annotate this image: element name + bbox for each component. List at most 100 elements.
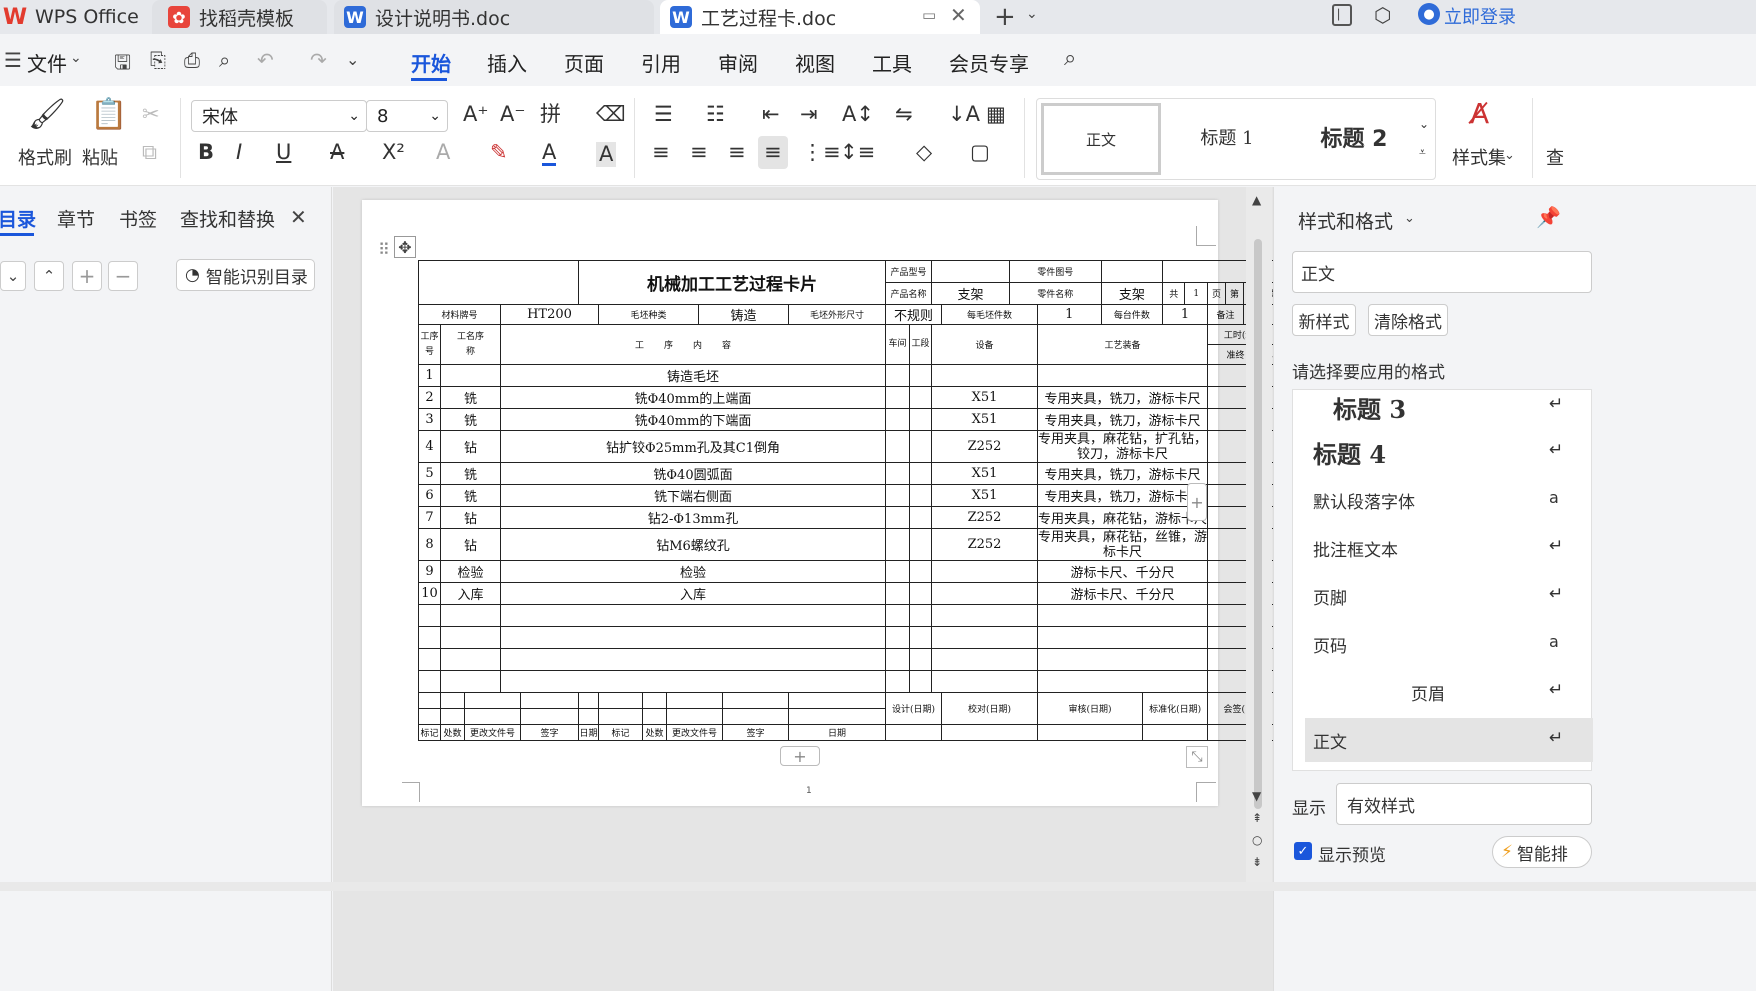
style-item-heading3[interactable]: 标题 3 — [1333, 390, 1406, 425]
scroll-thumb[interactable] — [1254, 239, 1262, 809]
format-painter-button[interactable]: 格式刷 — [18, 144, 72, 170]
next-page-icon[interactable]: ⇟ — [1252, 855, 1262, 869]
more-chevron-icon[interactable]: ⌄ — [346, 50, 359, 69]
menu-tab-insert[interactable]: 插入 — [487, 48, 527, 77]
print-icon[interactable]: ⎙ — [184, 48, 200, 72]
save-icon[interactable]: 🖫 — [114, 48, 131, 82]
tab-process-card[interactable]: W 工艺过程卡.doc ▭ ✕ — [660, 0, 980, 34]
menu-tab-view[interactable]: 视图 — [795, 48, 835, 77]
nav-tab-toc[interactable]: 目录 — [0, 205, 36, 232]
nav-tab-bookmarks[interactable]: 书签 — [119, 205, 157, 232]
scroll-up-icon[interactable]: ▲ — [1252, 193, 1261, 207]
cut-icon[interactable]: ✂ — [142, 104, 160, 125]
align-center-icon[interactable]: ≡ — [690, 142, 708, 163]
login-link[interactable]: 立即登录 — [1444, 3, 1516, 29]
strikethrough-icon[interactable]: A — [330, 142, 344, 163]
increase-indent-icon[interactable]: ⇥ — [800, 104, 818, 125]
format-painter-icon[interactable]: 🖌 — [28, 100, 66, 130]
superscript-icon[interactable]: X² — [382, 142, 405, 163]
file-menu[interactable]: 文件 — [27, 48, 67, 77]
style-item-footer[interactable]: 页脚 — [1313, 584, 1347, 609]
current-style-field[interactable]: 正文 — [1292, 251, 1592, 293]
style-item-default-paragraph-font[interactable]: 默认段落字体 — [1313, 488, 1415, 513]
nav-tab-find-replace[interactable]: 查找和替换 — [180, 205, 275, 232]
redo-icon[interactable]: ↷ — [310, 48, 327, 72]
paste-icon[interactable]: 📋 — [90, 100, 127, 130]
grow-font-icon[interactable]: A⁺ — [463, 104, 488, 125]
cube-icon[interactable]: ⬡ — [1374, 3, 1391, 27]
tab-design-doc[interactable]: W 设计说明书.doc — [334, 0, 654, 34]
bold-icon[interactable]: B — [198, 142, 214, 163]
menu-tab-member[interactable]: 会员专享 — [949, 48, 1029, 77]
style-item-page-number[interactable]: 页码 — [1313, 632, 1347, 657]
menu-tab-references[interactable]: 引用 — [641, 48, 681, 77]
style-set-icon[interactable]: A̸ — [1470, 100, 1489, 128]
drag-handle-icon[interactable]: ⠿ — [378, 240, 390, 259]
print-preview-icon[interactable]: ⌕ — [219, 48, 230, 72]
add-column-icon[interactable]: + — [1187, 483, 1207, 521]
align-left-icon[interactable]: ≡ — [652, 142, 670, 163]
style-set-button[interactable]: 样式集 — [1452, 144, 1506, 170]
add-row-icon[interactable]: + — [780, 746, 820, 766]
close-tab-icon[interactable]: ✕ — [950, 3, 967, 27]
chevron-down-icon[interactable]: ⌄ — [1419, 117, 1429, 131]
style-item-normal[interactable]: 正文 — [1313, 728, 1347, 753]
style-item-comment-text[interactable]: 批注框文本 — [1313, 536, 1398, 561]
phonetic-guide-icon[interactable]: 拼 — [540, 104, 561, 125]
decrease-indent-icon[interactable]: ⇤ — [762, 104, 780, 125]
show-select[interactable]: 有效样式 — [1336, 783, 1592, 825]
char-shading-icon[interactable]: A — [596, 142, 617, 167]
close-icon[interactable]: ✕ — [290, 205, 307, 229]
add-icon[interactable]: + — [72, 261, 102, 291]
menu-icon[interactable]: ☰ — [4, 48, 22, 72]
smart-toc-button[interactable]: ◔ 智能识别目录 — [176, 259, 315, 291]
align-right-icon[interactable]: ≡ — [728, 142, 746, 163]
window-icon[interactable]: ▭ — [922, 6, 936, 24]
collapse-icon[interactable]: ⌄ — [0, 261, 26, 291]
font-size-select[interactable]: 8 ⌄ — [366, 100, 448, 132]
paste-button[interactable]: 粘贴 — [82, 144, 118, 170]
menu-tab-page[interactable]: 页面 — [564, 48, 604, 77]
bullet-list-icon[interactable]: ☰ — [654, 104, 673, 125]
new-style-button[interactable]: 新样式 — [1292, 304, 1356, 336]
export-icon[interactable]: ⎘ — [150, 48, 166, 72]
sort-icon[interactable]: ↓A — [948, 104, 980, 125]
style-item-header[interactable]: 页眉 — [1411, 680, 1445, 705]
font-name-select[interactable]: 宋体 ⌄ — [191, 100, 367, 132]
menu-tab-start[interactable]: 开始 — [411, 48, 451, 77]
shading-icon[interactable]: ◇ — [916, 142, 932, 163]
pin-icon[interactable]: 📌 — [1536, 205, 1561, 229]
search-icon[interactable]: ⌕ — [1064, 46, 1076, 71]
undo-icon[interactable]: ↶ — [257, 48, 274, 72]
remove-icon[interactable]: − — [108, 261, 138, 291]
copy-icon[interactable]: ⧉ — [142, 142, 157, 163]
italic-icon[interactable]: I — [236, 142, 242, 163]
smart-layout-button[interactable]: ⚡ 智能排 — [1492, 836, 1592, 868]
scroll-down-icon[interactable]: ▼ — [1252, 789, 1261, 803]
table-border-icon[interactable]: ▦ — [986, 104, 1006, 125]
prev-page-icon[interactable]: ⇞ — [1252, 811, 1262, 825]
nav-tab-chapters[interactable]: 章节 — [57, 205, 95, 232]
text-effect-icon[interactable]: A — [436, 142, 450, 163]
style-heading2[interactable]: 标题 2 — [1299, 119, 1409, 155]
style-item-heading4[interactable]: 标题 4 — [1313, 435, 1386, 470]
clear-format-icon[interactable]: ⌫ — [596, 104, 626, 125]
line-spacing-icon[interactable]: ↕≡ — [840, 142, 875, 163]
tab-docer-templates[interactable]: ✿ 找稻壳模板 — [152, 0, 327, 34]
underline-icon[interactable]: U — [276, 142, 291, 163]
preview-checkbox[interactable]: ✓ — [1294, 842, 1312, 860]
borders-icon[interactable]: ▢ — [970, 142, 990, 163]
vertical-scrollbar[interactable]: ▲ ▼ ⇞ ○ ⇟ — [1246, 187, 1272, 882]
numbered-list-icon[interactable]: ☷ — [706, 104, 725, 125]
chevron-down-icon[interactable]: ⌄ — [1026, 6, 1038, 22]
sidebar-toggle-icon[interactable]: ▏ — [1332, 4, 1352, 26]
table-move-icon[interactable]: ✥ — [394, 236, 416, 258]
expand-icon[interactable]: ⌃ — [34, 261, 64, 291]
menu-tab-review[interactable]: 审阅 — [718, 48, 758, 77]
new-tab-icon[interactable]: + — [994, 2, 1016, 32]
font-color-icon[interactable]: A — [542, 142, 557, 166]
menu-tab-tools[interactable]: 工具 — [872, 48, 912, 77]
style-normal[interactable]: 正文 — [1041, 103, 1161, 175]
justify-icon[interactable]: ≡ — [758, 136, 788, 169]
style-heading1[interactable]: 标题 1 — [1177, 119, 1277, 155]
